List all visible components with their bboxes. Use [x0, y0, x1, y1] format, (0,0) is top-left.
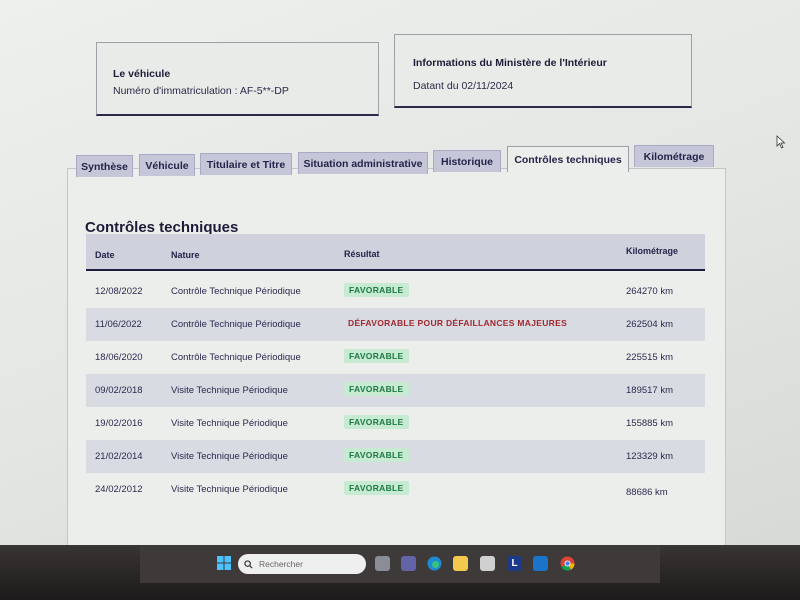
tab-situation-administrative[interactable]: Situation administrative	[298, 152, 428, 174]
teams-icon[interactable]	[401, 556, 416, 571]
tab-titulaire-titre[interactable]: Titulaire et Titre	[200, 153, 292, 175]
row-date: 24/02/2012	[95, 484, 143, 495]
table-row: 11/06/2022 Contrôle Technique Périodique…	[86, 308, 705, 341]
tab-controles-techniques[interactable]: Contrôles techniques	[507, 146, 629, 172]
vehicle-card-title: Le véhicule	[113, 68, 171, 80]
windows-taskbar	[0, 545, 800, 600]
row-date: 12/08/2022	[95, 286, 143, 297]
row-date: 19/02/2016	[95, 418, 143, 429]
table-row: 19/02/2016 Visite Technique Périodique F…	[86, 407, 705, 440]
result-badge: DÉFAVORABLE POUR DÉFAILLANCES MAJEURES	[348, 318, 568, 328]
mail-icon[interactable]	[533, 556, 548, 571]
windows-start-icon[interactable]	[217, 556, 231, 570]
row-nature: Visite Technique Périodique	[171, 385, 288, 396]
row-km: 189517 km	[626, 385, 674, 396]
table-row: 24/02/2012 Visite Technique Périodique F…	[86, 473, 705, 506]
store-icon[interactable]	[480, 556, 495, 571]
file-explorer-icon[interactable]	[453, 556, 468, 571]
search-icon	[244, 559, 253, 569]
tab-vehicule[interactable]: Véhicule	[139, 154, 195, 176]
row-nature: Contrôle Technique Périodique	[171, 319, 301, 330]
task-view-icon[interactable]	[375, 556, 390, 571]
tab-historique[interactable]: Historique	[433, 150, 501, 172]
browser-viewport: Le véhicule Numéro d'immatriculation : A…	[0, 0, 800, 548]
vehicle-info-card: Le véhicule Numéro d'immatriculation : A…	[96, 42, 379, 116]
row-date: 18/06/2020	[95, 352, 143, 363]
tab-kilometrage[interactable]: Kilométrage	[634, 145, 714, 167]
row-km: 123329 km	[626, 451, 674, 462]
row-km: 264270 km	[626, 286, 674, 297]
l-app-icon[interactable]: L	[507, 556, 522, 571]
row-nature: Visite Technique Périodique	[171, 418, 288, 429]
chrome-icon[interactable]	[560, 556, 575, 571]
tab-synthese[interactable]: Synthèse	[76, 155, 133, 177]
table-row: 09/02/2018 Visite Technique Périodique F…	[86, 374, 705, 407]
col-date: Date	[95, 250, 115, 260]
row-date: 11/06/2022	[95, 319, 142, 330]
row-km: 88686 km	[626, 487, 668, 498]
col-nature: Nature	[171, 250, 200, 260]
col-result: Résultat	[344, 249, 380, 259]
row-km: 155885 km	[626, 418, 674, 429]
result-badge: FAVORABLE	[344, 382, 409, 396]
ministry-info-card: Informations du Ministère de l'Intérieur…	[394, 34, 692, 108]
row-date: 21/02/2014	[95, 451, 143, 462]
inspections-table: Date Nature Résultat Kilométrage 12/08/2…	[86, 234, 705, 506]
row-nature: Visite Technique Périodique	[171, 484, 288, 495]
col-km: Kilométrage	[626, 246, 679, 256]
row-date: 09/02/2018	[95, 385, 143, 396]
result-badge: FAVORABLE	[344, 283, 409, 297]
data-date: Datant du 02/11/2024	[413, 80, 514, 92]
result-badge: FAVORABLE	[344, 481, 409, 495]
result-badge: FAVORABLE	[344, 349, 409, 363]
edge-icon[interactable]	[427, 556, 442, 571]
table-row: 18/06/2020 Contrôle Technique Périodique…	[86, 341, 705, 374]
row-nature: Contrôle Technique Périodique	[171, 286, 301, 297]
row-km: 262504 km	[626, 319, 674, 330]
table-row: 12/08/2022 Contrôle Technique Périodique…	[86, 275, 705, 308]
result-badge: FAVORABLE	[344, 448, 409, 462]
ministry-card-title: Informations du Ministère de l'Intérieur	[413, 57, 607, 69]
row-nature: Visite Technique Périodique	[171, 451, 288, 462]
search-placeholder: Rechercher	[259, 559, 303, 569]
table-row: 21/02/2014 Visite Technique Périodique F…	[86, 440, 705, 473]
result-badge: FAVORABLE	[344, 415, 409, 429]
table-header: Date Nature Résultat Kilométrage	[86, 234, 705, 271]
mouse-cursor-icon	[776, 135, 786, 149]
row-nature: Contrôle Technique Périodique	[171, 352, 301, 363]
taskbar-search[interactable]: Rechercher	[238, 554, 366, 574]
registration-number: Numéro d'immatriculation : AF-5**-DP	[113, 85, 289, 97]
row-km: 225515 km	[626, 352, 674, 363]
